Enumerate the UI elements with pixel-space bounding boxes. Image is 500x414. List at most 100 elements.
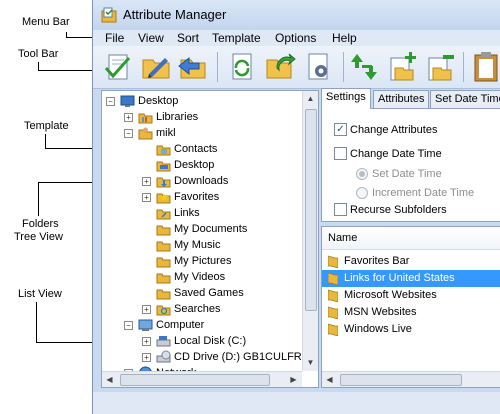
change-attributes-checkbox[interactable]: ✓	[334, 123, 347, 136]
callout-template: Template	[24, 120, 69, 132]
list-item-label: Windows Live	[344, 323, 412, 335]
links-icon	[156, 209, 171, 220]
folder-tree-view[interactable]: − Desktop + Libraries − mikl Contacts Desktop + D…	[101, 90, 319, 388]
scroll-left-icon[interactable]: ◀	[102, 372, 117, 387]
list-column-header-name[interactable]: Name	[322, 227, 500, 250]
tree-item-label: Searches	[174, 303, 221, 315]
list-item[interactable]: Microsoft Websites	[322, 287, 500, 304]
expand-icon[interactable]: +	[142, 337, 151, 346]
favorites-icon	[156, 193, 171, 204]
tab-attributes[interactable]: Attributes	[373, 90, 430, 108]
folder-icon	[156, 241, 171, 252]
downloads-icon	[156, 177, 171, 188]
leader-line-template-v	[45, 134, 46, 148]
folder-icon	[328, 289, 338, 302]
list-item[interactable]: Links for United States	[322, 270, 500, 287]
tree-item-label: Local Disk (C:)	[174, 335, 247, 347]
change-date-time-checkbox[interactable]	[334, 147, 347, 160]
tree-scroll-thumb[interactable]	[305, 109, 317, 311]
folder-icon	[328, 255, 338, 268]
tree-item-label: Desktop	[174, 159, 215, 171]
collapse-icon[interactable]: −	[124, 129, 133, 138]
check-document-icon[interactable]	[101, 50, 135, 84]
folder-icon	[156, 289, 171, 300]
window-title: Attribute Manager	[123, 7, 227, 22]
callout-list-view: List View	[18, 288, 62, 300]
menu-file[interactable]: File	[105, 31, 124, 45]
menu-template[interactable]: Template	[212, 31, 261, 45]
expand-icon[interactable]: +	[142, 193, 151, 202]
menu-help[interactable]: Help	[332, 31, 357, 45]
tree-item-label: My Videos	[174, 271, 226, 283]
tree-item-label: My Pictures	[174, 255, 232, 267]
expand-icon[interactable]: +	[142, 305, 151, 314]
tree-item-label: Saved Games	[174, 287, 244, 299]
tree-item-label: Favorites	[174, 191, 220, 203]
set-date-time-radio[interactable]	[356, 168, 368, 180]
list-item-label: Microsoft Websites	[344, 289, 437, 301]
app-icon	[101, 7, 117, 23]
desktop-icon	[120, 95, 135, 107]
callout-menu-bar: Menu Bar	[22, 16, 70, 28]
folder-icon	[156, 257, 171, 268]
menu-options[interactable]: Options	[275, 31, 316, 45]
folder-back-icon[interactable]	[175, 50, 209, 84]
desktop-folder-icon	[156, 161, 171, 172]
collapse-icon[interactable]: −	[106, 97, 115, 106]
recurse-subfolders-checkbox[interactable]	[334, 203, 347, 216]
cd-drive-icon	[156, 350, 171, 363]
collapse-icon[interactable]: −	[124, 321, 133, 330]
remove-folder-icon[interactable]	[423, 50, 457, 84]
menu-view[interactable]: View	[138, 31, 164, 45]
tree-item-label: CD Drive (D:) GB1CULFRE_	[174, 351, 316, 363]
tree-item-label: Links	[174, 207, 200, 219]
user-folder-icon	[138, 127, 153, 140]
tree-horizontal-scrollbar[interactable]: ◀ ▶	[102, 371, 302, 387]
folder-icon	[328, 306, 338, 319]
list-item-label: Links for United States	[344, 272, 455, 284]
expand-icon[interactable]: +	[142, 177, 151, 186]
list-item[interactable]: Favorites Bar	[322, 253, 500, 270]
list-column-header-label: Name	[328, 232, 358, 244]
leader-line-list-v	[36, 302, 37, 342]
leader-line-tree-v	[38, 182, 39, 216]
folder-icon	[156, 225, 171, 236]
increment-date-time-radio[interactable]	[356, 187, 368, 199]
tab-settings[interactable]: Settings	[321, 88, 371, 109]
expand-icon[interactable]: +	[124, 113, 133, 122]
list-horizontal-scrollbar[interactable]: ◀	[322, 371, 500, 387]
callout-tool-bar: Tool Bar	[18, 48, 59, 60]
list-item[interactable]: Windows Live	[322, 321, 500, 338]
libraries-icon	[138, 113, 153, 124]
title-bar[interactable]: Attribute Manager	[93, 0, 500, 30]
folder-forward-icon[interactable]	[263, 50, 297, 84]
sort-arrows-icon[interactable]	[349, 50, 383, 84]
scroll-left-icon[interactable]: ◀	[322, 372, 337, 387]
list-item-label: MSN Websites	[344, 306, 417, 318]
tree-vertical-scrollbar[interactable]: ▲ ▼	[302, 91, 318, 371]
template-tabs: Settings Attributes Set Date Time	[321, 88, 500, 109]
tree-hscroll-thumb[interactable]	[120, 374, 270, 386]
edit-folder-icon[interactable]	[139, 50, 173, 84]
toolbar-separator	[463, 52, 464, 82]
tree-item-label: My Documents	[174, 223, 248, 235]
tab-set-date-time[interactable]: Set Date Time	[430, 90, 500, 108]
increment-date-time-label: Increment Date Time	[372, 187, 475, 199]
scroll-down-icon[interactable]: ▼	[303, 355, 318, 370]
add-folder-icon[interactable]	[385, 50, 419, 84]
tree-item-label: Downloads	[174, 175, 229, 187]
clipboard-icon[interactable]	[469, 50, 500, 84]
list-hscroll-thumb[interactable]	[340, 374, 462, 386]
menu-sort[interactable]: Sort	[177, 31, 199, 45]
set-date-time-label: Set Date Time	[372, 168, 442, 180]
list-item-label: Favorites Bar	[344, 255, 410, 267]
settings-document-icon[interactable]	[301, 50, 335, 84]
tree-item-label: Libraries	[156, 111, 199, 123]
expand-icon[interactable]: +	[142, 353, 151, 362]
file-list-view[interactable]: Name Favorites Bar Links for United State…	[321, 226, 500, 388]
list-item[interactable]: MSN Websites	[322, 304, 500, 321]
scroll-up-icon[interactable]: ▲	[303, 91, 318, 106]
tree-item-label: Desktop	[138, 95, 179, 107]
scroll-right-icon[interactable]: ▶	[286, 372, 301, 387]
refresh-document-icon[interactable]	[225, 50, 259, 84]
